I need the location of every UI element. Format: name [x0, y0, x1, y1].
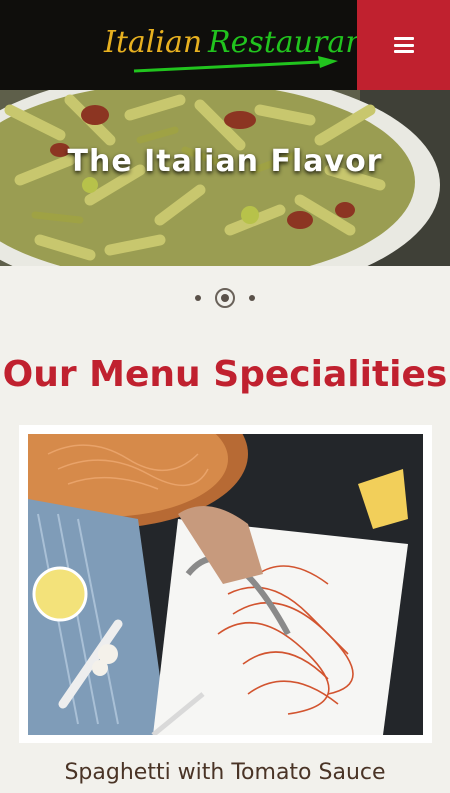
- spaghetti-photo: [28, 434, 423, 735]
- slider-dot-3[interactable]: [249, 295, 255, 301]
- slider-dot-2-active[interactable]: [215, 288, 235, 308]
- specialities-heading: Our Menu Specialities: [2, 354, 448, 395]
- logo-underline-arrow: [133, 60, 321, 73]
- restaurant-logo[interactable]: Italian Restaurant: [100, 18, 360, 78]
- hamburger-icon: [393, 37, 414, 53]
- logo-graphic: Italian Restaurant: [103, 25, 360, 73]
- logo-word-restaurant: Restaurant: [207, 25, 360, 60]
- site-header: Italian Restaurant: [0, 0, 450, 90]
- hero-title: The Italian Flavor: [67, 144, 383, 179]
- menu-toggle-button[interactable]: [357, 0, 450, 90]
- dish-name[interactable]: Spaghetti with Tomato Sauce: [0, 760, 450, 785]
- menu-item-card[interactable]: [19, 425, 432, 743]
- logo-word-italian: Italian: [103, 25, 202, 60]
- dish-photo: [28, 434, 423, 735]
- slider-dot-1[interactable]: [195, 295, 201, 301]
- hero-slider[interactable]: The Italian Flavor: [0, 90, 450, 266]
- slider-pagination: [0, 286, 450, 310]
